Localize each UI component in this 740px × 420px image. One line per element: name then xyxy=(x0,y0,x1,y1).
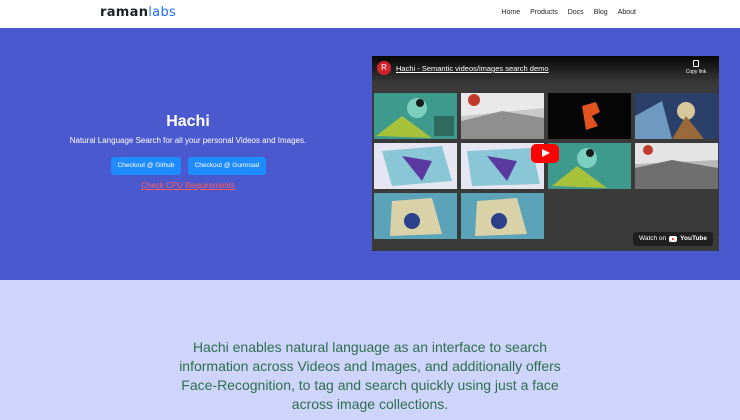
brand-logo-part2: labs xyxy=(148,5,177,20)
thumbnail-8 xyxy=(635,143,718,189)
copy-link-button[interactable]: Copy link xyxy=(681,60,711,75)
nav-menu: Home Products Docs Blog About xyxy=(501,9,636,16)
thumbnail-2 xyxy=(461,93,544,139)
top-navbar: ramanlabs Home Products Docs Blog About xyxy=(0,0,740,28)
video-header: R Hachi - Semantic videos/images search … xyxy=(372,56,719,84)
brand-logo[interactable]: ramanlabs xyxy=(100,5,176,20)
youtube-logo-icon xyxy=(669,236,678,242)
youtube-wordmark: YouTube xyxy=(680,235,707,242)
thumbnail-9 xyxy=(374,193,457,239)
hero-section: Hachi Natural Language Search for all yo… xyxy=(0,28,740,280)
copy-link-label: Copy link xyxy=(685,69,707,75)
hero-subtitle: Natural Language Search for all your per… xyxy=(69,136,307,145)
watch-on-youtube-button[interactable]: Watch on YouTube xyxy=(632,232,713,246)
thumbnail-3 xyxy=(548,93,631,139)
thumbnail-4 xyxy=(635,93,718,139)
channel-avatar[interactable]: R xyxy=(377,61,391,75)
video-title[interactable]: Hachi - Semantic videos/images search de… xyxy=(396,64,549,73)
nav-home[interactable]: Home xyxy=(501,9,520,16)
watch-on-label: Watch on xyxy=(638,235,667,242)
nav-blog[interactable]: Blog xyxy=(594,9,608,16)
nav-about[interactable]: About xyxy=(618,9,636,16)
checkout-github-button[interactable]: Checkout @ Github xyxy=(111,157,181,175)
cpu-requirements-link[interactable]: Check CPU Requirements xyxy=(0,181,376,190)
nav-docs[interactable]: Docs xyxy=(568,9,584,16)
checkout-gumroad-button[interactable]: Checkout @ Gumroad xyxy=(188,157,266,175)
play-button[interactable] xyxy=(531,144,559,163)
thumbnail-10 xyxy=(461,193,544,239)
brand-logo-part1: raman xyxy=(100,5,149,20)
nav-products[interactable]: Products xyxy=(530,9,558,16)
thumbnail-7 xyxy=(548,143,631,189)
description-section: Hachi enables natural language as an int… xyxy=(0,280,740,420)
description-text: Hachi enables natural language as an int… xyxy=(179,339,561,412)
copy-icon xyxy=(693,60,699,67)
thumbnail-1 xyxy=(374,93,457,139)
hero-title: Hachi xyxy=(166,113,210,130)
thumbnail-5 xyxy=(374,143,457,189)
video-embed[interactable]: R Hachi - Semantic videos/images search … xyxy=(372,56,719,251)
